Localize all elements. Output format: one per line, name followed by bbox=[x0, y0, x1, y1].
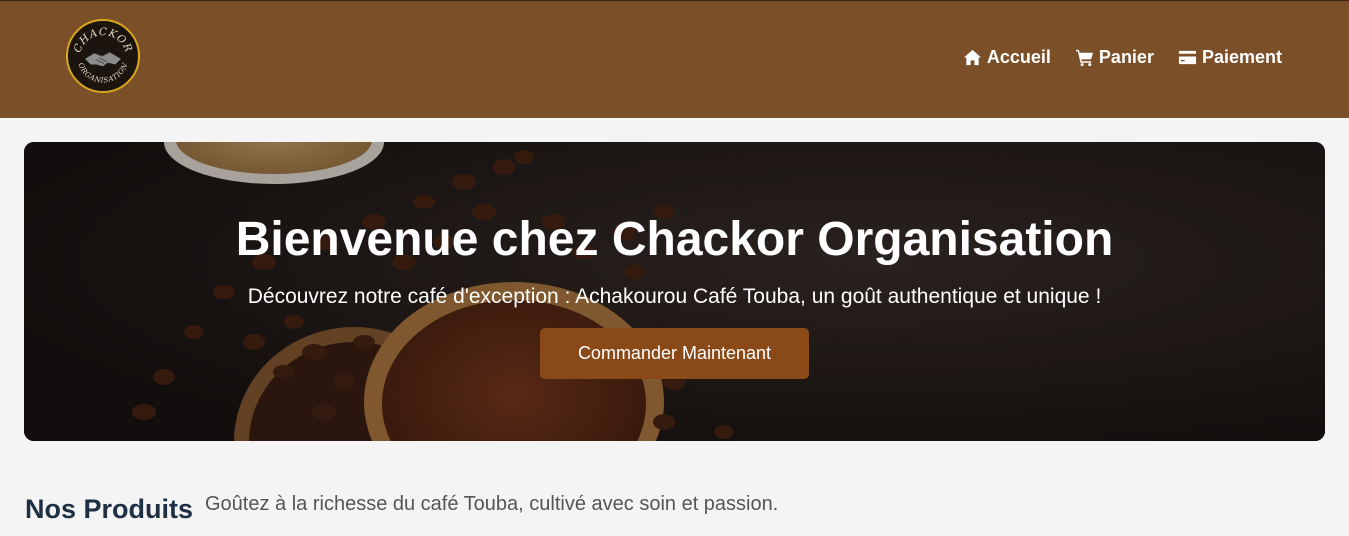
nav-item-panier[interactable]: Panier bbox=[1075, 47, 1154, 68]
nav-item-label: Panier bbox=[1098, 47, 1154, 67]
products-title: Nos Produits bbox=[25, 494, 194, 524]
hero-subtitle: Découvrez notre café d'exception : Achak… bbox=[247, 285, 1102, 308]
hero-banner: Bienvenue chez Chackor Organisation Déco… bbox=[24, 142, 1325, 441]
logo-emblem-icon: CHACKOR ORGANISATION bbox=[69, 22, 137, 90]
nav-item-accueil[interactable]: Accueil bbox=[963, 47, 1051, 68]
nav-item-paiement[interactable]: Paiement bbox=[1178, 47, 1282, 68]
credit-card-icon bbox=[1178, 50, 1197, 65]
hero-title: Bienvenue chez Chackor Organisation bbox=[235, 213, 1114, 266]
products-description: Goûtez à la richesse du café Touba, cult… bbox=[205, 493, 779, 515]
main-nav: Accueil Panier Paiement bbox=[963, 47, 1282, 68]
nav-item-label: Accueil bbox=[986, 47, 1051, 67]
site-header: CHACKOR ORGANISATION Accueil Panier Paie… bbox=[0, 0, 1349, 118]
nav-item-label: Paiement bbox=[1201, 47, 1282, 67]
cart-icon bbox=[1075, 49, 1093, 67]
order-now-button[interactable]: Commander Maintenant bbox=[540, 328, 809, 379]
brand-logo[interactable]: CHACKOR ORGANISATION bbox=[66, 19, 140, 93]
home-icon bbox=[963, 49, 981, 66]
